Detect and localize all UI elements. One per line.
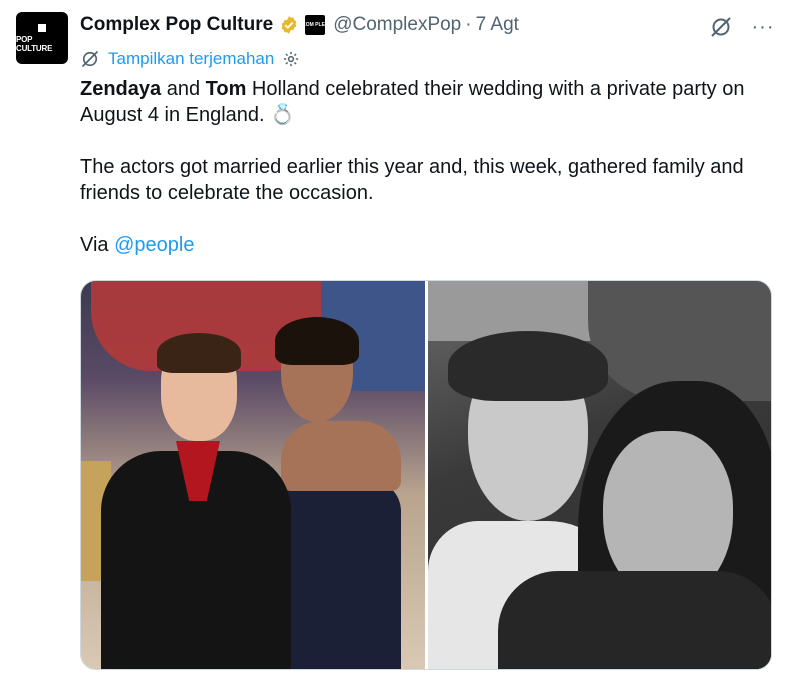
- media-grid: [80, 280, 772, 670]
- photo-figure-shape: [275, 317, 359, 365]
- avatar-mini-logo: [38, 23, 46, 32]
- ring-emoji-icon: 💍: [270, 104, 296, 126]
- grok-button[interactable]: [706, 12, 736, 42]
- photo-figure-shape: [448, 331, 608, 401]
- photo-couple-selfie-bw[interactable]: [428, 281, 771, 669]
- gear-icon[interactable]: [282, 50, 300, 68]
- tweet-header: Complex Pop Culture COM PLEX @ComplexPop…: [80, 12, 519, 38]
- tweet-paragraph-1: Zendaya and Tom Holland celebrated their…: [80, 76, 780, 128]
- photo-figure-shape: [281, 421, 401, 491]
- tweet-text: Zendaya and Tom Holland celebrated their…: [80, 76, 780, 258]
- affiliate-badge-text: COM PLEX: [302, 21, 329, 28]
- grok-translate-icon: [81, 50, 99, 68]
- avatar-text: POP CULTURE: [16, 34, 53, 53]
- grok-icon: [711, 17, 731, 37]
- translate-link[interactable]: Tampilkan terjemahan: [80, 46, 300, 72]
- tweet-paragraph-2: The actors got married earlier this year…: [80, 156, 744, 204]
- display-name[interactable]: Complex Pop Culture: [80, 14, 273, 36]
- handle[interactable]: @ComplexPop: [333, 14, 461, 36]
- via-text: Via: [80, 234, 115, 256]
- bold-tom: Tom: [205, 78, 247, 100]
- timestamp[interactable]: 7 Agt: [476, 14, 519, 36]
- text-fragment: and: [161, 78, 206, 100]
- tweet-paragraph-3: Via @people: [80, 232, 780, 258]
- mention-link[interactable]: @people: [114, 234, 194, 256]
- avatar[interactable]: POP CULTURE: [16, 12, 68, 64]
- photo-figure-shape: [498, 571, 771, 669]
- affiliate-badge[interactable]: COM PLEX: [302, 15, 329, 35]
- verified-gold-badge-icon[interactable]: [279, 15, 299, 35]
- photo-couple-red-carpet[interactable]: [81, 281, 425, 669]
- photo-figure-shape: [157, 333, 241, 373]
- more-options-button[interactable]: ···: [748, 12, 778, 42]
- translate-label: Tampilkan terjemahan: [108, 49, 275, 68]
- separator-dot: ·: [465, 14, 472, 35]
- bold-zendaya: Zendaya: [80, 78, 162, 100]
